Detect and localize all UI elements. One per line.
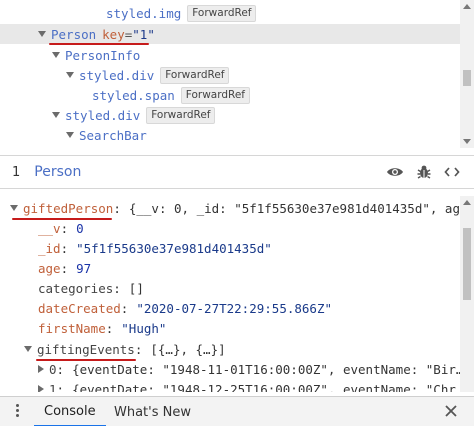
component-name: PersonInfo bbox=[65, 47, 141, 63]
tree-node-searchbar[interactable]: SearchBar bbox=[0, 125, 460, 145]
prop-row-gifting-events[interactable]: giftingEvents: [{…}, {…}] bbox=[0, 339, 460, 359]
forwardref-badge: ForwardRef bbox=[180, 86, 251, 104]
attr-key: key bbox=[102, 26, 125, 42]
prop-key: age bbox=[38, 260, 61, 276]
component-name: Person bbox=[51, 26, 97, 42]
close-icon[interactable] bbox=[444, 404, 458, 422]
prop-row-event-0[interactable]: 0: {eventDate: "1948-11-01T16:00:00Z", e… bbox=[0, 359, 460, 379]
forwardref-badge: ForwardRef bbox=[187, 4, 257, 22]
prop-value: 0 bbox=[76, 220, 84, 236]
tab-whats-new[interactable]: What's New bbox=[112, 397, 193, 426]
prop-preview: {eventDate: "1948-12-25T16:00:00Z", even… bbox=[72, 381, 460, 393]
view-source-icon[interactable] bbox=[444, 164, 460, 180]
prop-key: dateCreated bbox=[38, 300, 121, 316]
kebab-menu-icon[interactable] bbox=[10, 404, 24, 419]
tab-label: What's New bbox=[114, 404, 191, 420]
expand-triangle-icon[interactable] bbox=[66, 132, 74, 138]
component-tree: styled.img ForwardRef Person key = "1" Per… bbox=[0, 0, 474, 148]
selected-component-id: 1 bbox=[12, 164, 21, 180]
scroll-down-arrow-icon[interactable] bbox=[463, 139, 471, 144]
prop-key: 1 bbox=[49, 381, 57, 393]
selected-component-header: 1 Person bbox=[0, 155, 474, 189]
forwardref-badge: ForwardRef bbox=[160, 66, 230, 84]
props-panel: giftedPerson: {__v: 0, _id: "5f1f55630e3… bbox=[0, 196, 474, 392]
prop-value: "Hugh" bbox=[121, 320, 167, 336]
prop-key: giftingEvents bbox=[37, 341, 135, 357]
forwardref-badge: ForwardRef bbox=[146, 106, 216, 124]
component-name: styled.div bbox=[65, 107, 141, 123]
expand-triangle-icon[interactable] bbox=[66, 72, 74, 78]
prop-value: "2020-07-27T22:29:55.866Z" bbox=[136, 300, 332, 316]
attr-value: "1" bbox=[132, 26, 155, 42]
tab-label: Console bbox=[44, 403, 96, 419]
tab-console[interactable]: Console bbox=[34, 397, 106, 426]
prop-row-categories[interactable]: categories: [] bbox=[0, 278, 460, 298]
prop-row-gifted-person[interactable]: giftedPerson: {__v: 0, _id: "5f1f55630e3… bbox=[0, 198, 460, 218]
prop-row-v[interactable]: __v: 0 bbox=[0, 218, 460, 238]
selected-component-name: Person bbox=[34, 164, 82, 180]
bottom-drawer: Console What's New bbox=[0, 396, 474, 426]
eye-icon[interactable] bbox=[386, 164, 404, 180]
collapse-triangle-icon[interactable] bbox=[38, 365, 44, 373]
expand-triangle-icon[interactable] bbox=[52, 52, 60, 58]
prop-key: __v bbox=[38, 220, 61, 236]
prop-key: 0 bbox=[49, 361, 57, 377]
expand-triangle-icon[interactable] bbox=[24, 346, 32, 352]
tree-node-styled-span[interactable]: styled.span ForwardRef bbox=[0, 85, 460, 105]
prop-key: _id bbox=[38, 240, 61, 256]
prop-row-event-1[interactable]: 1: {eventDate: "1948-12-25T16:00:00Z", e… bbox=[0, 379, 460, 392]
scrollbar-thumb[interactable] bbox=[463, 70, 471, 86]
attr-eq: = bbox=[124, 26, 133, 42]
prop-preview: {eventDate: "1948-11-01T16:00:00Z", even… bbox=[72, 361, 460, 377]
prop-row-first-name[interactable]: firstName: "Hugh" bbox=[0, 318, 460, 338]
prop-preview: {__v: 0, _id: "5f1f55630e37e981d401435d"… bbox=[128, 200, 460, 216]
scroll-up-arrow-icon[interactable] bbox=[463, 200, 471, 205]
prop-key: giftedPerson bbox=[23, 200, 114, 216]
prop-value: "5f1f55630e37e981d401435d" bbox=[76, 240, 272, 256]
prop-row-age[interactable]: age: 97 bbox=[0, 258, 460, 278]
prop-row-id[interactable]: _id: "5f1f55630e37e981d401435d" bbox=[0, 238, 460, 258]
tree-node-personinfo[interactable]: PersonInfo bbox=[0, 45, 460, 65]
expand-triangle-icon[interactable] bbox=[52, 112, 60, 118]
bug-icon[interactable] bbox=[416, 164, 432, 180]
tree-scrollbar[interactable] bbox=[460, 0, 474, 148]
scroll-up-arrow-icon[interactable] bbox=[463, 4, 471, 9]
tree-node-person[interactable]: Person key = "1" bbox=[0, 24, 460, 44]
props-scrollbar[interactable] bbox=[460, 196, 474, 392]
tree-node-styled-img[interactable]: styled.img ForwardRef bbox=[0, 3, 460, 23]
prop-preview: [{…}, {…}] bbox=[150, 341, 226, 357]
component-name: styled.img bbox=[106, 5, 182, 21]
prop-value: 97 bbox=[76, 260, 92, 276]
tree-node-styled-div[interactable]: styled.div ForwardRef bbox=[0, 65, 460, 85]
component-name: styled.span bbox=[92, 87, 175, 103]
component-name: styled.div bbox=[79, 67, 155, 83]
prop-key: categories bbox=[38, 280, 114, 296]
prop-key: firstName bbox=[38, 320, 106, 336]
prop-row-date-created[interactable]: dateCreated: "2020-07-27T22:29:55.866Z" bbox=[0, 298, 460, 318]
header-actions bbox=[386, 164, 460, 180]
prop-value: [] bbox=[128, 280, 144, 296]
component-name: SearchBar bbox=[79, 127, 147, 143]
tree-node-styled-div[interactable]: styled.div ForwardRef bbox=[0, 105, 460, 125]
expand-triangle-icon[interactable] bbox=[10, 205, 18, 211]
expand-triangle-icon[interactable] bbox=[38, 31, 46, 37]
collapse-triangle-icon[interactable] bbox=[38, 385, 44, 392]
scrollbar-thumb[interactable] bbox=[463, 228, 471, 300]
